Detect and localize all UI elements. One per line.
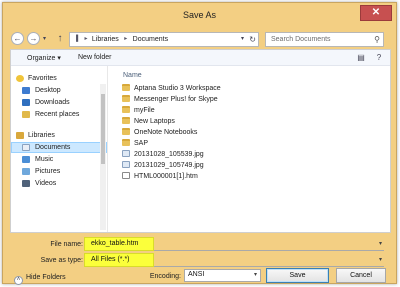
help-icon[interactable]: ? (373, 53, 385, 63)
image-file-icon (122, 150, 130, 157)
navigation-tree: Favorites Desktop Downloads Recent place… (11, 66, 108, 232)
folder-icon (122, 139, 130, 146)
list-item[interactable]: SAP (122, 139, 148, 149)
tree-item-music[interactable]: Music (11, 154, 107, 165)
address-bar[interactable]: ▐ ▸ Libraries ▸ Documents ▾ ↻ (69, 32, 259, 47)
command-bar: Organize ▾ New folder ▤ ? (11, 50, 390, 66)
videos-icon (22, 180, 30, 187)
browser-pane: Organize ▾ New folder ▤ ? Favorites Desk… (10, 49, 391, 233)
folder-icon (122, 106, 130, 113)
tree-libraries-header[interactable]: Libraries (11, 130, 107, 141)
list-item[interactable]: myFile (122, 106, 155, 116)
star-icon (16, 75, 24, 82)
folder-icon (122, 84, 130, 91)
title-bar: Save As ✕ (3, 3, 396, 29)
tree-item-videos[interactable]: Videos (11, 178, 107, 189)
search-placeholder: Search Documents (271, 36, 331, 43)
library-root-icon: ▐ (74, 36, 79, 42)
list-item[interactable]: HTML000001[1].htm (122, 172, 198, 182)
save-as-dialog: Save As ✕ ← → ▾ ↑ ▐ ▸ Libraries ▸ Docume… (2, 2, 397, 285)
encoding-dropdown-icon[interactable]: ▾ (254, 270, 257, 280)
libraries-icon (16, 132, 24, 139)
list-item[interactable]: 20131029_105749.jpg (122, 161, 204, 171)
list-item[interactable]: New Laptops (122, 117, 175, 127)
chevron-up-icon: ˄ (14, 276, 23, 285)
back-button[interactable]: ← (11, 32, 24, 45)
tree-scrollbar-thumb[interactable] (101, 94, 105, 164)
html-file-icon (122, 172, 130, 179)
tree-item-pictures[interactable]: Pictures (11, 166, 107, 177)
tree-favorites-header[interactable]: Favorites (11, 73, 107, 84)
list-item[interactable]: 20131028_105539.jpg (122, 150, 204, 160)
encoding-select[interactable]: ANSI ▾ (184, 269, 261, 282)
tree-item-downloads[interactable]: Downloads (11, 97, 107, 108)
save-button[interactable]: Save (266, 268, 329, 283)
search-input[interactable]: Search Documents ⚲ (265, 32, 384, 47)
image-file-icon (122, 161, 130, 168)
search-icon[interactable]: ⚲ (374, 33, 380, 46)
list-item[interactable]: Messenger Plus! for Skype (122, 95, 218, 105)
file-name-dropdown-icon[interactable]: ▾ (379, 239, 382, 249)
tree-item-documents[interactable]: Documents (11, 142, 107, 153)
music-icon (22, 156, 30, 163)
column-header-name[interactable]: Name (123, 72, 142, 79)
breadcrumb-separator-icon[interactable]: ▸ (121, 33, 131, 46)
downloads-icon (22, 99, 30, 106)
organize-button[interactable]: Organize ▾ (27, 54, 61, 62)
file-list: Name Aptana Studio 3 Workspace Messenger… (109, 66, 389, 232)
file-name-field-border (154, 250, 384, 251)
breadcrumb-separator-icon[interactable]: ▸ (82, 33, 90, 46)
window-title: Save As (182, 10, 217, 20)
refresh-icon[interactable]: ↻ (249, 33, 256, 46)
tree-scrollbar[interactable] (100, 84, 106, 230)
close-button[interactable]: ✕ (360, 5, 392, 21)
navigation-bar: ← → ▾ ↑ ▐ ▸ Libraries ▸ Documents ▾ ↻ Se… (3, 29, 396, 49)
tree-item-recent-places[interactable]: Recent places (11, 109, 107, 120)
address-dropdown-icon[interactable]: ▾ (241, 33, 244, 46)
forward-button[interactable]: → (27, 32, 40, 45)
folder-icon (122, 117, 130, 124)
tree-item-desktop[interactable]: Desktop (11, 85, 107, 96)
save-as-type-label: Save as type: (40, 257, 83, 264)
change-view-icon[interactable]: ▤ (355, 53, 367, 63)
save-as-type-dropdown-icon[interactable]: ▾ (379, 255, 382, 265)
list-item[interactable]: OneNote Notebooks (122, 128, 197, 138)
breadcrumb-libraries[interactable]: Libraries (92, 33, 119, 46)
hide-folders-button[interactable]: ˄ Hide Folders (14, 274, 66, 285)
recent-places-icon (22, 111, 30, 118)
save-as-type-field-border (154, 266, 384, 267)
documents-icon (22, 144, 30, 151)
recent-locations-dropdown-icon[interactable]: ▾ (43, 35, 46, 42)
folder-icon (122, 95, 130, 102)
breadcrumb-documents[interactable]: Documents (133, 33, 168, 46)
desktop-icon (22, 87, 30, 94)
folder-icon (122, 128, 130, 135)
encoding-label: Encoding: (149, 273, 181, 280)
cancel-button[interactable]: Cancel (336, 268, 386, 283)
up-folder-icon[interactable]: ↑ (53, 32, 67, 46)
list-item[interactable]: Aptana Studio 3 Workspace (122, 84, 221, 94)
pictures-icon (22, 168, 30, 175)
new-folder-button[interactable]: New folder (78, 54, 111, 61)
file-name-label: File name: (50, 241, 83, 248)
